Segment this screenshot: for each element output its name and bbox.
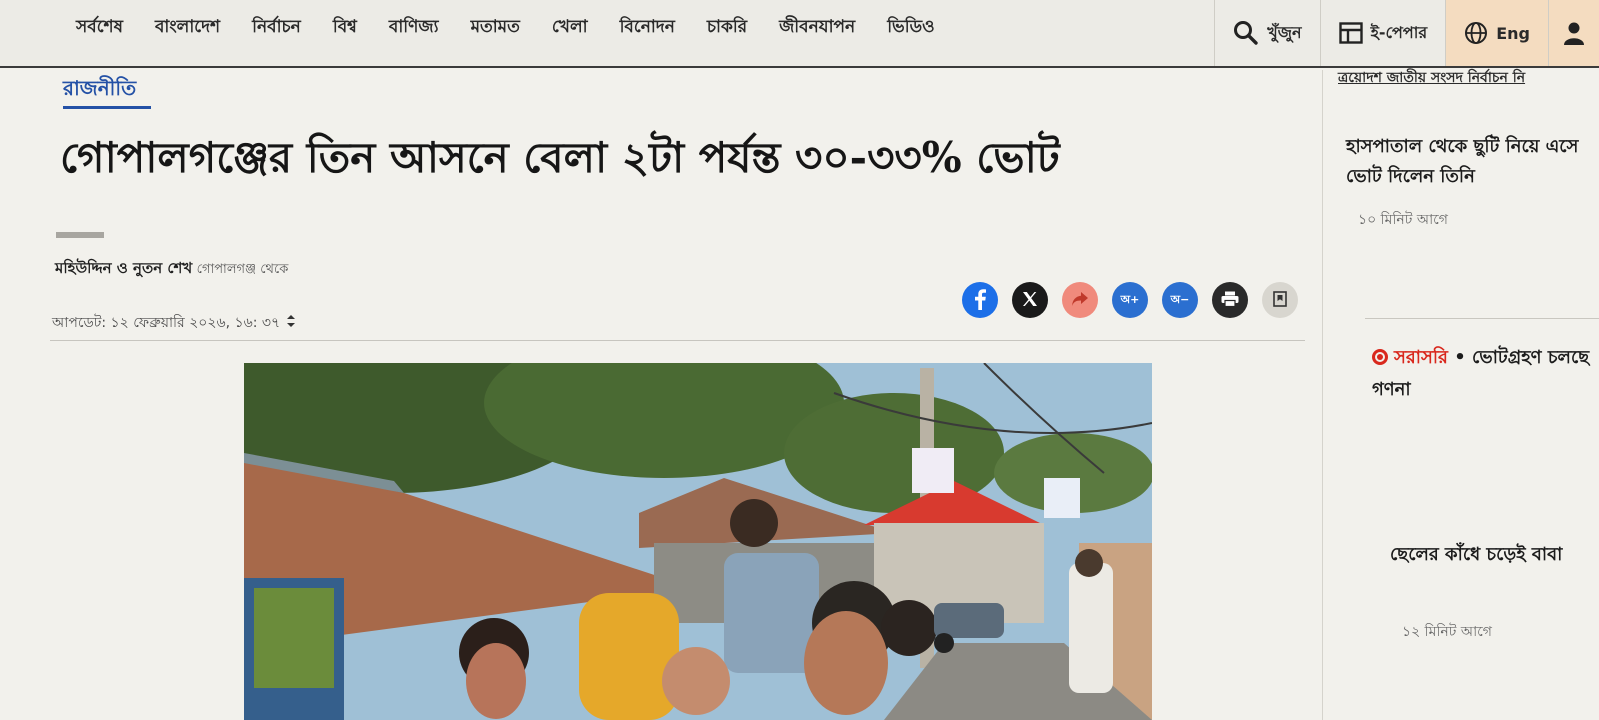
nav-item-entertainment[interactable]: বিনোদন [604, 14, 691, 42]
nav-item-latest[interactable]: সর্বশেষ [60, 14, 139, 42]
print-button[interactable] [1212, 282, 1248, 318]
sidebar-story-1-time: ১০ মিনিট আগে [1358, 212, 1448, 228]
sidebar-story-2[interactable]: ছেলের কাঁধে চড়েই বাবা [1390, 540, 1599, 570]
language-switch[interactable]: Eng [1445, 0, 1548, 66]
x-share-button[interactable] [1012, 282, 1048, 318]
nav-item-sports[interactable]: খেলা [536, 14, 604, 42]
newspaper-icon [1338, 22, 1363, 44]
updated-label: আপডেট: ১২ ফেব্রুয়ারি ২০২৬, ১৬: ৩৭ [52, 315, 281, 331]
header-divider [50, 340, 1305, 341]
share-toolbar: অ+ অ− [962, 282, 1298, 318]
search-label: খুঁজুন [1267, 22, 1302, 42]
print-icon [1221, 291, 1239, 310]
article-headline: গোপালগঞ্জের তিন আসনে বেলা ২টা পর্যন্ত ৩০… [60, 133, 1060, 182]
font-decrease-button[interactable]: অ− [1162, 282, 1198, 318]
live-update-link[interactable]: সরাসরি • ভোটগ্রহণ চলছে গণনা [1372, 342, 1599, 406]
live-dot-icon [1372, 349, 1388, 365]
sidebar-story-1[interactable]: হাসপাতাল থেকে ছুটি নিয়ে এসে ভোট দিলেন ত… [1346, 132, 1599, 192]
user-icon [1563, 21, 1585, 45]
live-tag: সরাসরি [1394, 347, 1448, 368]
share-button[interactable] [1062, 282, 1098, 318]
sidebar-rule [1365, 318, 1599, 319]
section-link[interactable]: রাজনীতি [63, 74, 136, 107]
bookmark-button[interactable] [1262, 282, 1298, 318]
nav-item-video[interactable]: ভিডিও [871, 14, 950, 42]
nav-menu: সর্বশেষ বাংলাদেশ নির্বাচন বিশ্ব বাণিজ্য … [60, 14, 951, 42]
nav-tools: খুঁজুন ই-পেপার Eng [1214, 0, 1599, 66]
sidebar-topic-link[interactable]: ত্রয়োদশ জাতীয় সংসদ নির্বাচন নি [1338, 66, 1525, 90]
chevron-updown-icon[interactable] [286, 314, 296, 332]
byline: মহিউদ্দিন ও নুতন শেখ গোপালগঞ্জ থেকে [55, 257, 288, 282]
nav-item-world[interactable]: বিশ্ব [317, 14, 373, 42]
facebook-icon [973, 288, 987, 313]
share-arrow-icon [1071, 291, 1089, 310]
dateline-place: গোপালগঞ্জ থেকে [196, 262, 289, 277]
globe-icon [1464, 21, 1488, 45]
sidebar-story-2-time: ১২ মিনিট আগে [1402, 624, 1492, 640]
updated-time: আপডেট: ১২ ফেব্রুয়ারি ২০২৬, ১৬: ৩৭ [52, 311, 296, 335]
section-underline [63, 106, 151, 109]
byline-divider [56, 232, 104, 238]
x-logo-icon [1022, 291, 1038, 310]
top-navigation: সর্বশেষ বাংলাদেশ নির্বাচন বিশ্ব বাণিজ্য … [0, 0, 1599, 68]
live-separator: • [1447, 347, 1472, 368]
nav-item-bangladesh[interactable]: বাংলাদেশ [139, 14, 236, 42]
nav-item-jobs[interactable]: চাকরি [691, 14, 763, 42]
nav-item-opinion[interactable]: মতামত [455, 14, 536, 42]
epaper-label: ই-পেপার [1370, 22, 1428, 42]
author-name[interactable]: মহিউদ্দিন ও নুতন শেখ [55, 259, 192, 277]
nav-item-election[interactable]: নির্বাচন [236, 14, 317, 42]
language-label: Eng [1496, 23, 1530, 43]
lead-photo [244, 363, 1152, 720]
account-button[interactable] [1548, 0, 1599, 66]
nav-item-business[interactable]: বাণিজ্য [373, 14, 455, 42]
search-icon [1233, 20, 1259, 46]
font-increase-button[interactable]: অ+ [1112, 282, 1148, 318]
nav-item-lifestyle[interactable]: জীবনযাপন [763, 14, 871, 42]
sidebar-divider [1322, 70, 1323, 720]
epaper-button[interactable]: ই-পেপার [1319, 0, 1446, 66]
bookmark-icon [1273, 290, 1287, 310]
search-button[interactable]: খুঁজুন [1214, 0, 1319, 66]
facebook-share-button[interactable] [962, 282, 998, 318]
